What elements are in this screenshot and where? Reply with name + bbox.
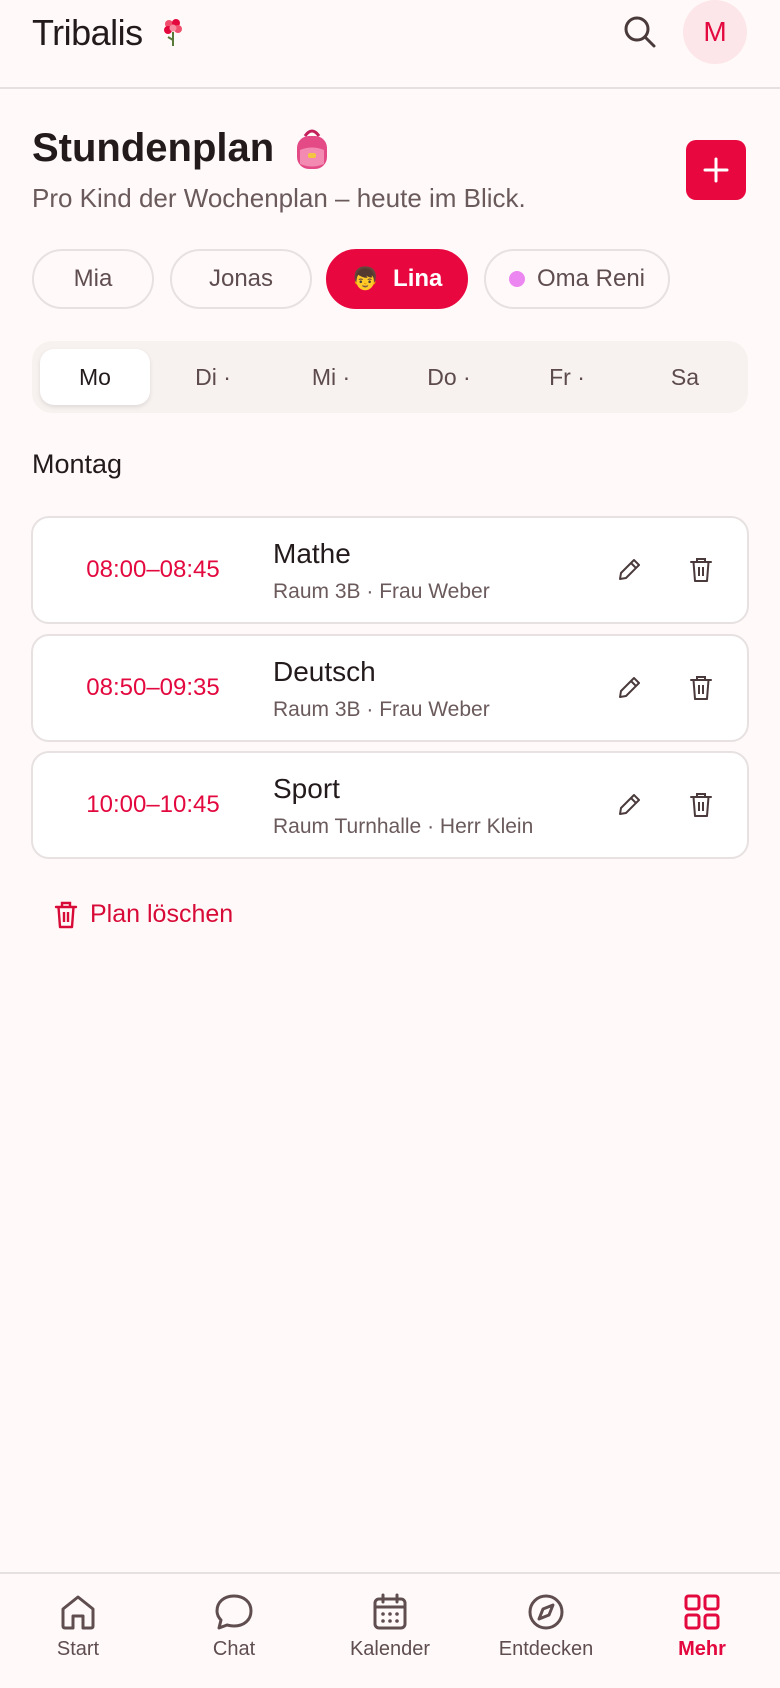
backpack-icon: [297, 129, 328, 169]
edit-button[interactable]: [613, 672, 645, 704]
tab-do[interactable]: Do ·: [394, 349, 504, 405]
tab-label: Di ·: [195, 363, 231, 390]
lesson-meta: Raum 3B · Frau Weber: [273, 580, 490, 603]
top-bar: Tribalis M: [0, 0, 780, 89]
nav-label: Start: [56, 1638, 100, 1660]
nav-label: Kalender: [349, 1638, 431, 1660]
pencil-icon: [619, 794, 640, 815]
tab-label: Mi ·: [311, 363, 351, 390]
tab-sa[interactable]: Sa: [630, 349, 740, 405]
lesson-card[interactable]: 10:00–10:45 Sport Raum Turnhalle · Herr …: [31, 751, 749, 859]
calendar-icon: [373, 1593, 407, 1630]
weekday-tabs: Mo Di · Mi · Do · Fr · Sa: [32, 341, 748, 413]
brand[interactable]: Tribalis: [32, 12, 185, 54]
add-lesson-button[interactable]: [686, 140, 746, 200]
trash-icon: [690, 558, 712, 582]
tab-di[interactable]: Di ·: [158, 349, 268, 405]
page-title-text: Stundenplan: [32, 126, 275, 170]
lesson-time: 08:00–08:45: [86, 556, 220, 583]
edit-button[interactable]: [613, 789, 645, 821]
search-icon: [624, 16, 656, 48]
avatar[interactable]: M: [683, 0, 747, 64]
nav-label: Chat: [212, 1638, 256, 1660]
tab-label: Sa: [670, 363, 700, 390]
tab-mo[interactable]: Mo: [40, 349, 150, 405]
chip-label: Oma Reni: [536, 265, 646, 292]
tab-label: Do ·: [427, 363, 471, 390]
bottom-navigation: Start Chat Kalender Entdecken Mehr: [0, 1572, 780, 1688]
clear-plan-button[interactable]: Plan löschen: [54, 900, 233, 929]
trash-icon: [690, 676, 712, 700]
chip-label: Lina: [393, 265, 443, 292]
trash-icon: [54, 901, 78, 928]
pencil-icon: [619, 559, 640, 580]
chip-label: Jonas: [208, 265, 274, 292]
tab-fr[interactable]: Fr ·: [512, 349, 622, 405]
nav-kalender[interactable]: Kalender: [315, 1592, 465, 1661]
trash-icon: [690, 793, 712, 817]
compass-icon: [528, 1594, 564, 1630]
pencil-icon: [619, 677, 640, 698]
lesson-time: 10:00–10:45: [86, 791, 220, 818]
brand-name: Tribalis: [32, 12, 143, 53]
nav-entdecken[interactable]: Entdecken: [471, 1592, 621, 1661]
day-heading: Montag: [32, 449, 123, 479]
search-button[interactable]: [620, 12, 660, 52]
nav-chat[interactable]: Chat: [159, 1592, 309, 1661]
child-avatar-icon: 👦: [351, 266, 380, 291]
delete-button[interactable]: [685, 672, 717, 704]
lesson-time: 08:50–09:35: [86, 674, 220, 701]
chip-label: Mia: [73, 265, 113, 292]
chip-jonas[interactable]: Jonas: [170, 249, 312, 309]
lesson-card[interactable]: 08:50–09:35 Deutsch Raum 3B · Frau Weber: [31, 634, 749, 742]
tab-label: Fr ·: [549, 363, 585, 390]
chip-lina[interactable]: 👦 Lina: [326, 249, 468, 309]
clear-plan-label: Plan löschen: [90, 900, 234, 928]
nav-mehr[interactable]: Mehr: [627, 1592, 777, 1661]
plus-icon: [703, 157, 729, 183]
lesson-subject: Sport: [273, 773, 340, 804]
nav-label: Mehr: [678, 1638, 726, 1660]
nav-start[interactable]: Start: [3, 1592, 153, 1661]
delete-button[interactable]: [685, 554, 717, 586]
avatar-initial: M: [703, 16, 727, 47]
delete-button[interactable]: [685, 789, 717, 821]
tab-label: Mo: [79, 363, 111, 390]
lesson-card[interactable]: 08:00–08:45 Mathe Raum 3B · Frau Weber: [31, 516, 749, 624]
lesson-meta: Raum 3B · Frau Weber: [273, 698, 490, 721]
chip-mia[interactable]: Mia: [32, 249, 154, 309]
lesson-meta: Raum Turnhalle · Herr Klein: [273, 815, 534, 838]
chat-icon: [215, 1594, 253, 1630]
grid-icon: [684, 1594, 720, 1630]
flower-icon: [163, 19, 182, 46]
edit-button[interactable]: [613, 554, 645, 586]
lesson-subject: Deutsch: [273, 656, 376, 687]
page-subtitle: Pro Kind der Wochenplan – heute im Blick…: [32, 183, 526, 213]
nav-label: Entdecken: [498, 1638, 594, 1660]
lesson-subject: Mathe: [273, 538, 351, 569]
color-dot: [508, 271, 525, 287]
chip-oma-reni[interactable]: Oma Reni: [484, 249, 670, 309]
tab-mi[interactable]: Mi ·: [276, 349, 386, 405]
home-icon: [61, 1595, 95, 1630]
page-title: Stundenplan: [32, 126, 330, 171]
